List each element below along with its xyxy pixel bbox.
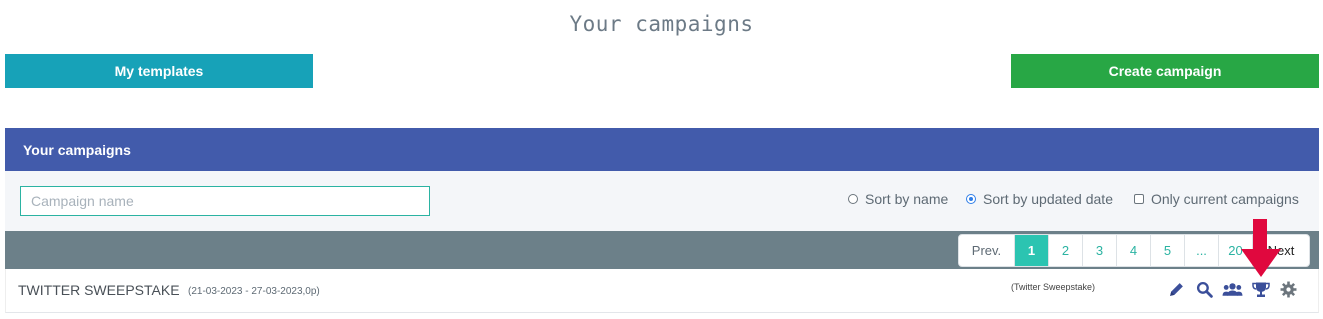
pagination-bar: Prev. 1 2 3 4 5 ... 20 Next bbox=[5, 231, 1319, 269]
only-current-checkbox[interactable] bbox=[1134, 194, 1144, 204]
users-icon[interactable] bbox=[1222, 279, 1243, 300]
sort-by-date-radio[interactable] bbox=[966, 194, 976, 204]
panel-title: Your campaigns bbox=[23, 141, 131, 158]
sort-by-name-label: Sort by name bbox=[865, 191, 949, 207]
sort-by-date-option[interactable]: Sort by updated date bbox=[966, 191, 1113, 207]
sort-by-name-option[interactable]: Sort by name bbox=[848, 191, 948, 207]
my-templates-button[interactable]: My templates bbox=[5, 54, 313, 88]
page-button[interactable]: 4 bbox=[1117, 235, 1151, 266]
only-current-option[interactable]: Only current campaigns bbox=[1134, 191, 1299, 207]
page-button[interactable]: 3 bbox=[1083, 235, 1117, 266]
page-title: Your campaigns bbox=[569, 12, 754, 36]
pencil-icon[interactable] bbox=[1166, 279, 1187, 300]
trophy-icon[interactable] bbox=[1250, 279, 1271, 300]
gear-icon[interactable] bbox=[1278, 279, 1299, 300]
search-icon[interactable] bbox=[1194, 279, 1215, 300]
filter-bar: Sort by name Sort by updated date Only c… bbox=[5, 171, 1319, 231]
campaign-name: TWITTER SWEEPSTAKE bbox=[18, 282, 180, 298]
sort-by-name-radio[interactable] bbox=[848, 194, 858, 204]
prev-page-button[interactable]: Prev. bbox=[959, 235, 1015, 266]
campaign-type: (Twitter Sweepstake) bbox=[1011, 282, 1096, 292]
sort-by-date-label: Sort by updated date bbox=[983, 191, 1113, 207]
campaign-row: TWITTER SWEEPSTAKE (21-03-2023 - 27-03-2… bbox=[5, 269, 1319, 313]
only-current-label: Only current campaigns bbox=[1151, 191, 1299, 207]
annotation-arrow-icon bbox=[1241, 219, 1281, 277]
create-campaign-button[interactable]: Create campaign bbox=[1011, 54, 1319, 88]
page-button[interactable]: 1 bbox=[1015, 235, 1049, 266]
page-button[interactable]: 2 bbox=[1049, 235, 1083, 266]
campaign-name-input[interactable] bbox=[20, 186, 430, 216]
campaigns-panel-header: Your campaigns bbox=[5, 128, 1319, 171]
campaign-dates: (21-03-2023 - 27-03-2023,0p) bbox=[188, 286, 320, 297]
page-button[interactable]: 5 bbox=[1151, 235, 1185, 266]
campaign-actions bbox=[1166, 279, 1299, 300]
page-ellipsis: ... bbox=[1185, 235, 1219, 266]
